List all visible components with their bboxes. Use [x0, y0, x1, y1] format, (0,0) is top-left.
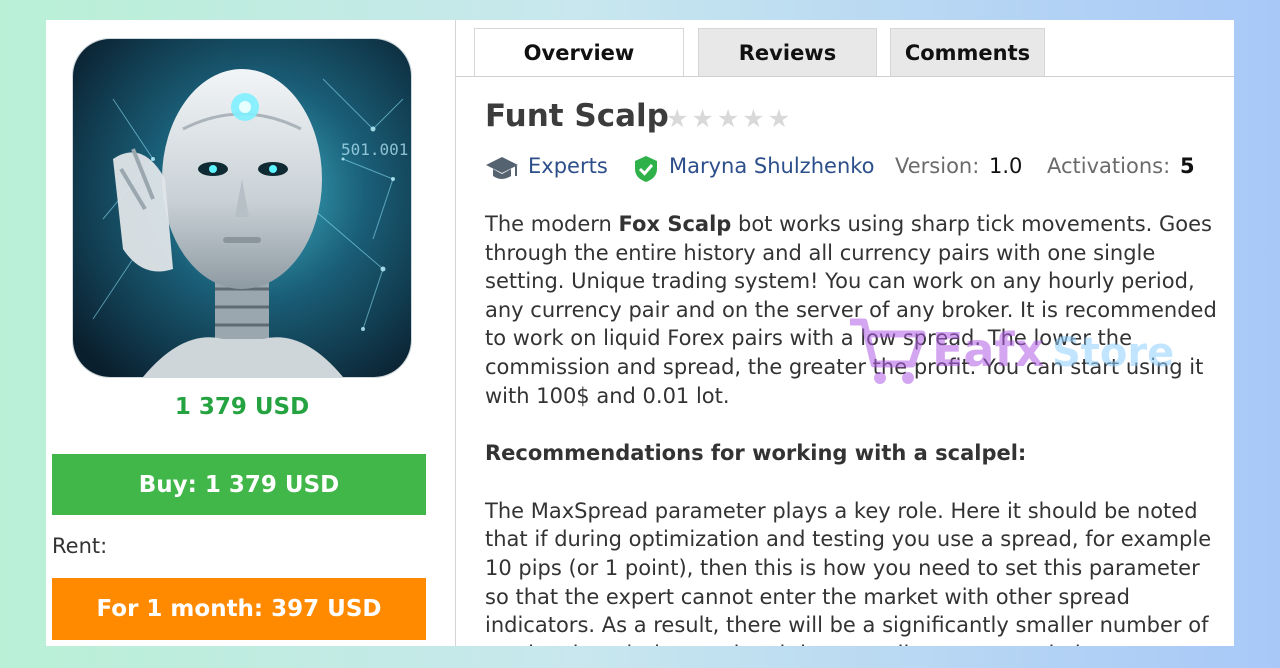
- tab-reviews[interactable]: Reviews: [698, 28, 877, 76]
- star-icon[interactable]: ★: [717, 106, 739, 131]
- star-icon[interactable]: ★: [742, 106, 764, 131]
- rent-month-button[interactable]: For 1 month: 397 USD: [52, 578, 426, 640]
- recommendations-heading: Recommendations for working with a scalp…: [485, 439, 1230, 468]
- description-paragraph: The modern Fox Scalp bot works using sha…: [485, 210, 1230, 410]
- description-bold-name: Fox Scalp: [618, 212, 732, 236]
- version-label: Version:: [895, 154, 980, 178]
- category-link[interactable]: Experts: [528, 154, 608, 178]
- description-text: bot works using sharp tick movements. Go…: [485, 212, 1217, 408]
- product-price: 1 379 USD: [174, 394, 310, 420]
- buy-button[interactable]: Buy: 1 379 USD: [52, 454, 426, 515]
- product-meta: Experts Maryna Shulzhenko Version: 1.0 A…: [485, 154, 1234, 186]
- rent-label: Rent:: [52, 534, 108, 558]
- graduation-cap-icon: [485, 154, 519, 189]
- activations-label: Activations:: [1047, 154, 1171, 178]
- description-paragraph: The MaxSpread parameter plays a key role…: [485, 498, 1212, 646]
- tab-comments[interactable]: Comments: [890, 28, 1045, 76]
- recommendations-heading-text: Recommendations for working with a scalp…: [485, 441, 1027, 466]
- star-icon[interactable]: ★: [691, 106, 713, 131]
- activations-value: 5: [1180, 154, 1195, 178]
- robot-portrait-image: 501.001: [73, 39, 411, 377]
- product-card: 501.001 1 379 USD Buy: 1 379 USD Rent: F…: [46, 20, 1234, 646]
- star-icon[interactable]: ★: [768, 106, 790, 131]
- product-sidebar: 501.001 1 379 USD Buy: 1 379 USD Rent: F…: [46, 20, 456, 646]
- version-value: 1.0: [989, 154, 1023, 178]
- description-text: The modern: [485, 212, 619, 236]
- tab-overview[interactable]: Overview: [474, 28, 684, 77]
- author-link[interactable]: Maryna Shulzhenko: [669, 154, 875, 178]
- star-icon[interactable]: ★: [666, 106, 688, 131]
- product-title: Funt Scalp: [485, 98, 669, 134]
- tabs-underline: [456, 76, 1234, 77]
- rating-stars[interactable]: ★ ★ ★ ★ ★: [666, 106, 790, 131]
- verified-check-icon: [633, 155, 659, 188]
- product-image[interactable]: 501.001: [72, 38, 412, 378]
- svg-text:501.001: 501.001: [341, 140, 408, 159]
- product-description: The modern Fox Scalp bot works using sha…: [485, 210, 1230, 646]
- product-details: Overview Reviews Comments Funt Scalp ★ ★…: [456, 20, 1234, 646]
